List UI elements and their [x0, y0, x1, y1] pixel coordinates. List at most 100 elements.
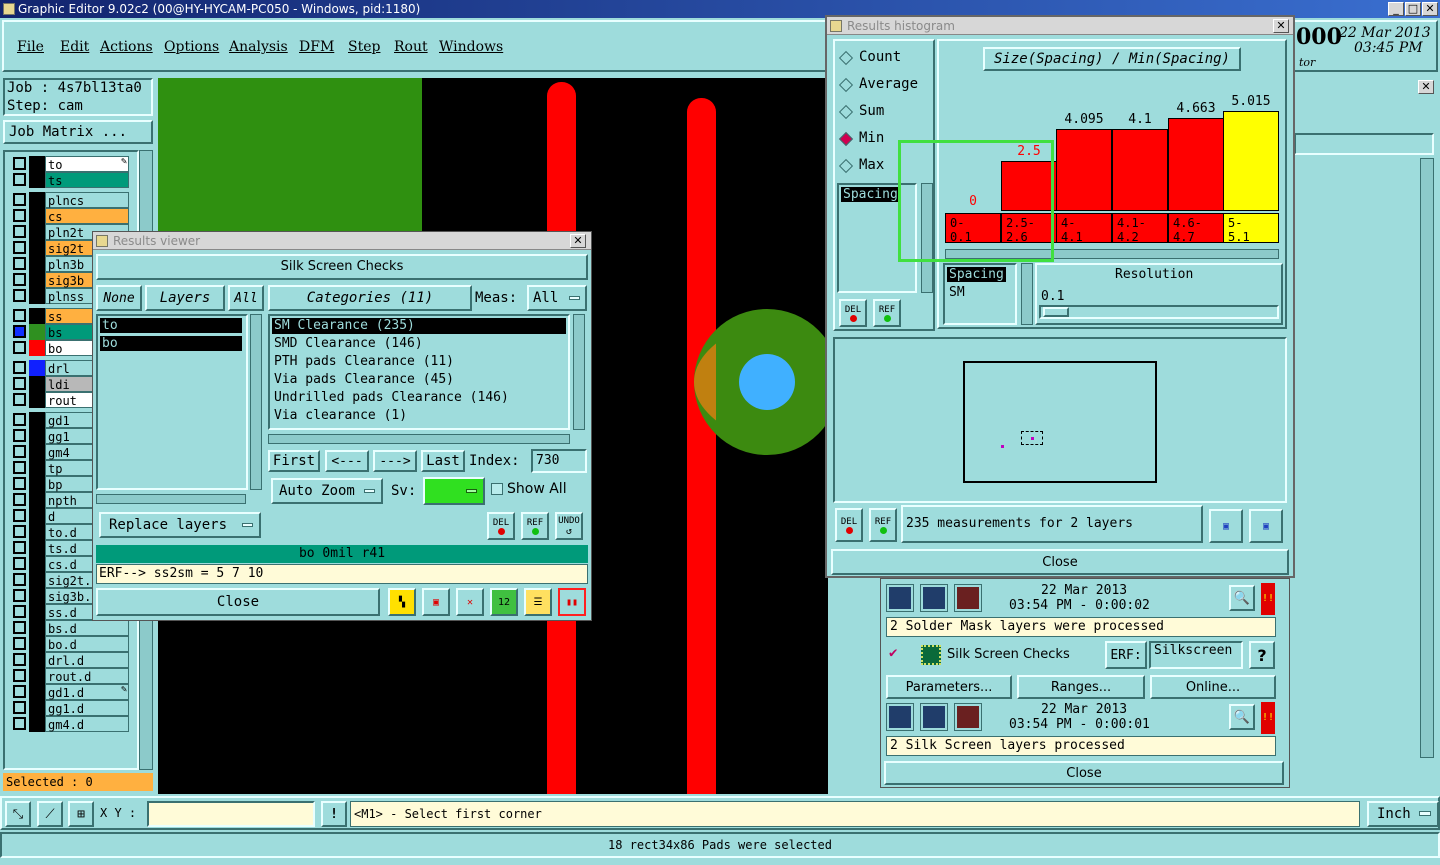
layer-color-swatch[interactable] — [29, 444, 45, 460]
layer-checkbox[interactable] — [13, 685, 26, 698]
histogram-icon[interactable]: ▮▮ — [558, 588, 586, 616]
spacing-list-item[interactable]: Spacing — [841, 187, 900, 202]
warning-icon[interactable]: ! — [321, 801, 347, 827]
close-window-button[interactable]: ✕ — [1422, 2, 1438, 16]
rv-last-button[interactable]: Last — [421, 450, 465, 472]
histogram-bar[interactable] — [1223, 111, 1279, 211]
menu-edit[interactable]: Edit — [60, 39, 89, 55]
layer-color-swatch[interactable] — [29, 508, 45, 524]
layer-checkbox[interactable] — [13, 621, 26, 634]
rv-layers-button[interactable]: Layers — [145, 285, 225, 311]
rv-meas-select[interactable]: All — [527, 285, 587, 311]
layer-color-swatch[interactable] — [29, 288, 45, 304]
run-icon-3[interactable] — [954, 584, 982, 612]
layer-checkbox[interactable] — [13, 209, 26, 222]
run-icon-6[interactable] — [954, 703, 982, 731]
layer-checkbox[interactable] — [13, 413, 26, 426]
layer-row-bs-d[interactable]: bs.d — [11, 620, 129, 636]
layer-color-swatch[interactable] — [29, 208, 45, 224]
bin-label[interactable]: 5- 5.1 — [1223, 213, 1279, 244]
hist-del-button-2[interactable]: DEL — [835, 508, 863, 542]
counter-icon[interactable]: 12 — [490, 588, 518, 616]
layer-checkbox[interactable] — [13, 717, 26, 730]
run-icon-5[interactable] — [920, 703, 948, 731]
rv-undo-button[interactable]: UNDO ↺ — [555, 512, 583, 540]
layer-row-rout-d[interactable]: rout.d — [11, 668, 129, 684]
export-right-icon[interactable]: ▣ — [1249, 509, 1283, 543]
parameters-button[interactable]: Parameters... — [886, 675, 1012, 699]
layer-name[interactable]: gd1.d — [45, 684, 129, 700]
online-button[interactable]: Online... — [1150, 675, 1276, 699]
rv-close-x[interactable]: ✕ — [570, 234, 586, 248]
menu-step[interactable]: Step — [348, 39, 380, 55]
layer-checkbox[interactable] — [13, 445, 26, 458]
layer-color-swatch[interactable] — [29, 192, 45, 208]
layer-name[interactable]: to — [45, 156, 129, 172]
layer-color-swatch[interactable] — [29, 476, 45, 492]
mode-radio-sum[interactable]: Sum — [838, 103, 931, 121]
layer-checkbox[interactable] — [13, 557, 26, 570]
layer-color-swatch[interactable] — [29, 224, 45, 240]
layer-checkbox[interactable] — [13, 157, 26, 170]
layer-row-drl-d[interactable]: drl.d — [11, 652, 129, 668]
layer-color-swatch[interactable] — [29, 272, 45, 288]
histogram-bar[interactable] — [1112, 129, 1168, 211]
layer-color-swatch[interactable] — [29, 340, 45, 356]
rv-index-input[interactable]: 730 — [531, 449, 587, 473]
layer-checkbox[interactable] — [13, 241, 26, 254]
mode-radio-count[interactable]: Count — [838, 49, 931, 67]
run-icon-1[interactable] — [886, 584, 914, 612]
layer-checkbox[interactable] — [13, 493, 26, 506]
layer-color-swatch[interactable] — [29, 460, 45, 476]
layer-color-swatch[interactable] — [29, 700, 45, 716]
rv-categories-button[interactable]: Categories (11) — [268, 285, 472, 311]
layer-checkbox[interactable] — [13, 377, 26, 390]
layer-checkbox[interactable] — [13, 701, 26, 714]
layer-checkbox[interactable] — [13, 173, 26, 186]
rv-all-button[interactable]: All — [228, 285, 264, 311]
layer-name[interactable]: cs — [45, 208, 129, 224]
layer-checkbox[interactable] — [13, 341, 26, 354]
mode-radio-average[interactable]: Average — [838, 76, 931, 94]
layer-color-swatch[interactable] — [29, 256, 45, 272]
rv-none-button[interactable]: None — [96, 285, 142, 311]
layer-checkbox[interactable] — [13, 289, 26, 302]
rv-layer-item[interactable]: bo — [100, 336, 242, 351]
hist-ref-button[interactable]: REF — [873, 299, 901, 327]
rv-cat-hscroll[interactable] — [268, 434, 570, 444]
layer-checkbox[interactable] — [13, 361, 26, 374]
layer-name[interactable]: rout.d — [45, 668, 129, 684]
layer-checkbox[interactable] — [13, 589, 26, 602]
layer-color-swatch[interactable] — [29, 392, 45, 408]
layer-checkbox[interactable] — [13, 309, 26, 322]
layer-color-swatch[interactable] — [29, 556, 45, 572]
layer-name[interactable]: plncs — [45, 192, 129, 208]
rv-category-item[interactable]: Via pads Clearance (45) — [272, 372, 566, 388]
layer-checkbox[interactable] — [13, 273, 26, 286]
rv-close-button[interactable]: Close — [96, 588, 380, 616]
job-matrix-button[interactable]: Job Matrix ... — [3, 120, 153, 144]
rv-del-button[interactable]: DEL — [487, 512, 515, 540]
layer-row-to[interactable]: to ✎ — [11, 156, 129, 172]
layer-color-swatch[interactable] — [29, 652, 45, 668]
layer-color-swatch[interactable] — [29, 636, 45, 652]
layer-checkbox[interactable] — [13, 477, 26, 490]
checklist-close-button[interactable]: Close — [884, 761, 1284, 785]
layer-name[interactable]: gm4.d — [45, 716, 129, 732]
measure-icon[interactable]: ⟋ — [37, 801, 63, 827]
layer-name[interactable]: bo.d — [45, 636, 129, 652]
layer-color-swatch[interactable] — [29, 716, 45, 732]
palette-icon[interactable]: ▚ — [388, 588, 416, 616]
rv-prev-button[interactable]: <--- — [325, 450, 369, 472]
menu-dfm[interactable]: DFM — [299, 39, 334, 55]
layer-color-swatch[interactable] — [29, 240, 45, 256]
layer-color-swatch[interactable] — [29, 668, 45, 684]
minimize-button[interactable]: _ — [1388, 2, 1404, 16]
run-icon-4[interactable] — [886, 703, 914, 731]
layer-row-gm4-d[interactable]: gm4.d — [11, 716, 129, 732]
rv-sv-color-select[interactable] — [423, 477, 485, 505]
rv-category-item[interactable]: SMD Clearance (146) — [272, 336, 566, 352]
rv-category-item[interactable]: Via clearance (1) — [272, 408, 566, 424]
hist-close-x[interactable]: ✕ — [1273, 19, 1289, 33]
check-enabled-icon[interactable]: ✔ — [889, 645, 897, 661]
